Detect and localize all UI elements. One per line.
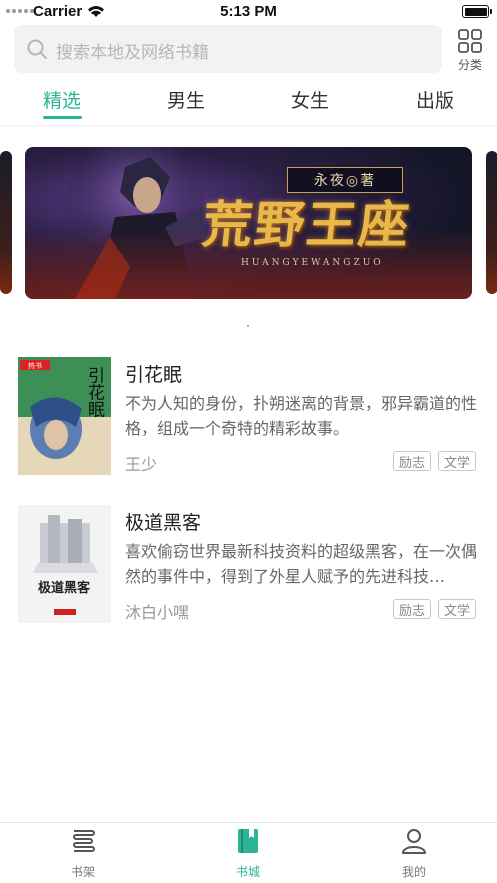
- book-tag: 文学: [438, 599, 477, 619]
- book-author: 王少: [125, 455, 158, 474]
- banner-next-peek[interactable]: [486, 151, 497, 294]
- book-author: 沐白小嘿: [125, 603, 190, 622]
- tab-featured[interactable]: 精选: [22, 86, 102, 113]
- tabbar-bookshelf[interactable]: 书架: [43, 827, 123, 880]
- search-input[interactable]: 搜索本地及网络书籍: [14, 25, 442, 73]
- book-list-item[interactable]: 热书 引花眠 引花眠 不为人知的身份，扑朔迷离的背景，邪异霸道的性格，组成一个奇…: [0, 357, 497, 477]
- category-button[interactable]: 分类: [452, 28, 488, 74]
- tab-male[interactable]: 男生: [146, 86, 226, 113]
- search-icon: [27, 39, 47, 59]
- tabbar-label: 书架: [70, 865, 95, 879]
- book-cover-art: 热书 引花眠: [18, 357, 111, 475]
- category-label: 分类: [457, 58, 482, 72]
- book-description: 不为人知的身份，扑朔迷离的背景，邪异霸道的性格，组成一个奇特的精彩故事。: [125, 394, 478, 438]
- book-cover-title: 引花眠: [84, 366, 105, 417]
- book-cover-title: 极道黑客: [38, 580, 91, 596]
- banner-carousel-item[interactable]: 永夜◎著 荒野王座 HUANGYEWANGZUO: [25, 147, 472, 299]
- tabbar-label: 书城: [235, 865, 260, 879]
- book-list-item[interactable]: 极道黑客 极道黑客 喜欢偷窃世界最新科技资料的超级黑客，在一次偶然的事件中，得到…: [0, 505, 497, 625]
- book-tag: 文学: [438, 451, 477, 471]
- category-tabs: 精选 男生 女生 出版: [0, 80, 497, 124]
- clock: 5:13 PM: [220, 3, 277, 20]
- grid-icon: [458, 29, 482, 53]
- tab-active-indicator: [43, 116, 82, 119]
- tabbar-bookstore[interactable]: 书城: [208, 827, 288, 880]
- book-cover: 热书 引花眠: [18, 357, 111, 475]
- svg-text:热书: 热书: [28, 361, 42, 370]
- book-tag: 励志: [393, 451, 432, 471]
- tabbar-profile[interactable]: 我的: [374, 827, 454, 880]
- banner-title: 荒野王座: [199, 195, 414, 254]
- book-title: 引花眠: [125, 364, 183, 386]
- battery-icon: [462, 5, 492, 18]
- book-description: 喜欢偷窃世界最新科技资料的超级黑客，在一次偶然的事件中，得到了外星人赋予的先进科…: [125, 542, 478, 586]
- carousel-page-indicator: [247, 325, 249, 327]
- tabs-divider: [0, 125, 497, 126]
- book-cover-art: 极道黑客: [18, 505, 111, 623]
- bottom-tab-bar: 书架 书城 我的: [0, 822, 497, 883]
- tabbar-label: 我的: [401, 865, 426, 879]
- book-tag: 励志: [393, 599, 432, 619]
- bookshelf-icon: [73, 830, 95, 852]
- banner-prev-peek[interactable]: [0, 151, 12, 294]
- profile-icon: [402, 829, 426, 854]
- book-title: 极道黑客: [125, 512, 202, 534]
- bookstore-icon: [238, 829, 258, 853]
- banner-subtitle: HUANGYEWANGZUO: [241, 258, 384, 268]
- tab-female[interactable]: 女生: [270, 86, 350, 113]
- search-placeholder: 搜索本地及网络书籍: [56, 43, 209, 63]
- book-cover: 极道黑客: [18, 505, 111, 623]
- tab-published[interactable]: 出版: [395, 86, 475, 113]
- status-bar: Carrier 5:13 PM: [0, 0, 497, 24]
